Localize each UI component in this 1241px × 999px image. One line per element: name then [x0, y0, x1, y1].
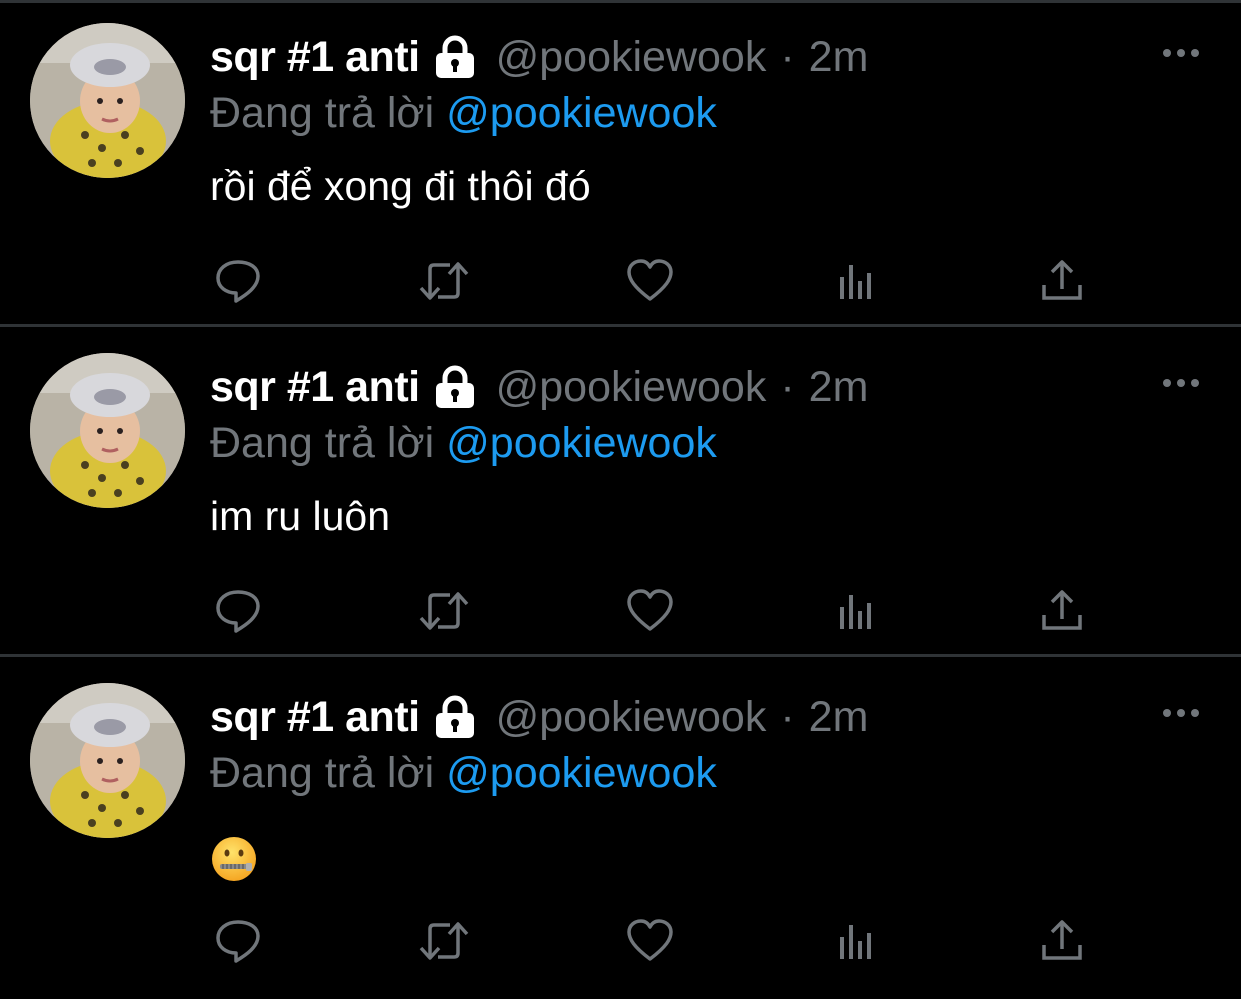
tweet-divider	[0, 324, 1241, 327]
views-chart-icon	[840, 925, 871, 959]
display-name[interactable]: sqr #1 anti	[210, 693, 420, 742]
zipper-mouth-face-icon	[212, 837, 256, 881]
reply-icon	[216, 260, 260, 303]
tweet-text: im ru luôn	[210, 493, 391, 539]
display-name[interactable]: sqr #1 anti	[210, 363, 420, 412]
tweet-divider	[0, 654, 1241, 657]
reply-button[interactable]	[210, 253, 266, 309]
timestamp[interactable]: 2m	[809, 363, 869, 412]
avatar[interactable]	[30, 683, 185, 838]
retweet-button[interactable]	[416, 253, 472, 309]
lock-icon	[432, 364, 478, 410]
views-button[interactable]	[828, 253, 884, 309]
mention-link[interactable]: @pookiewook	[446, 89, 717, 137]
replying-prefix: Đang trả lời	[210, 419, 435, 467]
more-horizontal-icon[interactable]	[1161, 703, 1201, 723]
tweet[interactable]: sqr #1 anti @pookiewook · 2m Đang trả lờ…	[0, 3, 1241, 327]
tweet-actions	[210, 253, 1110, 309]
avatar[interactable]	[30, 23, 185, 178]
retweet-icon	[419, 592, 469, 630]
more-horizontal-icon[interactable]	[1161, 43, 1201, 63]
avatar[interactable]	[30, 353, 185, 508]
mention-link[interactable]: @pookiewook	[446, 749, 717, 797]
user-handle[interactable]: @pookiewook	[496, 363, 767, 412]
replying-prefix: Đang trả lời	[210, 749, 435, 797]
tweet-actions	[210, 913, 1110, 969]
user-handle[interactable]: @pookiewook	[496, 693, 767, 742]
share-icon	[1042, 590, 1082, 630]
timestamp[interactable]: 2m	[809, 33, 869, 82]
lock-icon	[432, 694, 478, 740]
share-icon	[1042, 260, 1082, 300]
tweet-header: sqr #1 anti @pookiewook · 2m	[210, 687, 868, 747]
views-button[interactable]	[828, 913, 884, 969]
views-button[interactable]	[828, 583, 884, 639]
separator-dot: ·	[780, 692, 795, 741]
more-horizontal-icon[interactable]	[1161, 373, 1201, 393]
like-button[interactable]	[622, 253, 678, 309]
retweet-icon	[419, 922, 469, 960]
like-button[interactable]	[622, 583, 678, 639]
reply-icon	[216, 590, 260, 633]
separator-dot: ·	[780, 32, 795, 81]
heart-icon	[627, 259, 673, 301]
replying-to: Đang trả lời @pookiewook	[210, 89, 717, 138]
reply-button[interactable]	[210, 583, 266, 639]
tweet-header: sqr #1 anti @pookiewook · 2m	[210, 357, 868, 417]
views-chart-icon	[840, 265, 871, 299]
replying-to: Đang trả lời @pookiewook	[210, 749, 717, 798]
display-name[interactable]: sqr #1 anti	[210, 33, 420, 82]
heart-icon	[627, 919, 673, 961]
retweet-icon	[419, 262, 469, 300]
user-handle[interactable]: @pookiewook	[496, 33, 767, 82]
tweet[interactable]: sqr #1 anti @pookiewook · 2m Đang trả lờ…	[0, 333, 1241, 657]
share-icon	[1042, 920, 1082, 960]
lock-icon	[432, 34, 478, 80]
views-chart-icon	[840, 595, 871, 629]
tweet-actions	[210, 583, 1110, 639]
retweet-button[interactable]	[416, 583, 472, 639]
share-button[interactable]	[1034, 913, 1090, 969]
tweet-header: sqr #1 anti @pookiewook · 2m	[210, 27, 868, 87]
tweet[interactable]: sqr #1 anti @pookiewook · 2m Đang trả lờ…	[0, 663, 1241, 987]
tweet-text	[210, 835, 258, 893]
like-button[interactable]	[622, 913, 678, 969]
mention-link[interactable]: @pookiewook	[446, 419, 717, 467]
reply-button[interactable]	[210, 913, 266, 969]
reply-icon	[216, 920, 260, 963]
share-button[interactable]	[1034, 583, 1090, 639]
timestamp[interactable]: 2m	[809, 693, 869, 742]
retweet-button[interactable]	[416, 913, 472, 969]
separator-dot: ·	[780, 362, 795, 411]
replying-prefix: Đang trả lời	[210, 89, 435, 137]
replying-to: Đang trả lời @pookiewook	[210, 419, 717, 468]
tweet-text: rồi để xong đi thôi đó	[210, 163, 591, 209]
heart-icon	[627, 589, 673, 631]
share-button[interactable]	[1034, 253, 1090, 309]
